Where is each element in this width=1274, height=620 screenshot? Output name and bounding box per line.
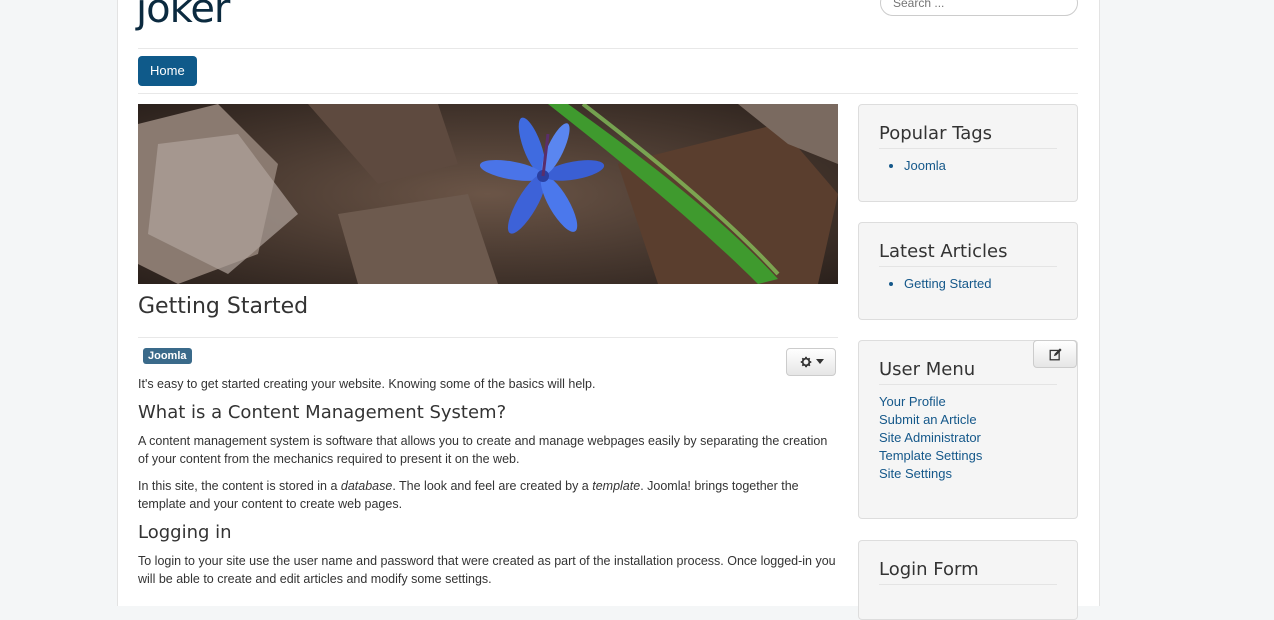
module-title: Login Form <box>879 559 1057 585</box>
nav-home-button[interactable]: Home <box>138 56 197 86</box>
article-title-divider <box>138 337 838 338</box>
edit-module-button[interactable] <box>1033 340 1077 368</box>
gear-icon <box>800 356 811 368</box>
paragraph-site: In this site, the content is stored in a… <box>138 477 838 513</box>
menu-link[interactable]: Submit an Article <box>879 412 977 427</box>
nav-divider <box>138 93 1078 94</box>
paragraph-login: To login to your site use the user name … <box>138 554 836 586</box>
tag-link[interactable]: Joomla <box>904 158 946 173</box>
caret-down-icon <box>815 359 824 364</box>
flower-photo <box>138 104 838 284</box>
menu-item-submit-article[interactable]: Submit an Article <box>879 411 1057 429</box>
menu-item-site-administrator[interactable]: Site Administrator <box>879 429 1057 447</box>
module-title: Latest Articles <box>879 241 1057 267</box>
site-title[interactable]: joker <box>136 0 230 32</box>
popular-tags-module: Popular Tags Joomla <box>858 104 1078 202</box>
heading-cms: What is a Content Management System? <box>138 402 507 423</box>
article-body: It's easy to get started creating your w… <box>138 375 838 597</box>
text-span: . The look and feel are created by a <box>392 479 593 493</box>
login-form-module: Login Form <box>858 540 1078 620</box>
header-divider <box>138 48 1078 49</box>
module-title: User Menu <box>879 359 1057 385</box>
article-title: Getting Started <box>138 294 309 319</box>
edit-icon <box>1049 347 1062 360</box>
page-container: joker Home <box>117 0 1100 620</box>
menu-link[interactable]: Site Settings <box>879 466 952 481</box>
search-input[interactable] <box>880 0 1078 16</box>
menu-item-template-settings[interactable]: Template Settings <box>879 447 1057 465</box>
emphasis-template: template <box>592 479 641 493</box>
menu-item-your-profile[interactable]: Your Profile <box>879 393 1057 411</box>
paragraph-cms: A content management system is software … <box>138 434 828 466</box>
menu-item-site-settings[interactable]: Site Settings <box>879 465 1057 483</box>
list-item[interactable]: Getting Started <box>904 275 1057 293</box>
menu-link[interactable]: Your Profile <box>879 394 946 409</box>
list-item[interactable]: Joomla <box>904 157 1057 175</box>
module-title: Popular Tags <box>879 123 1057 149</box>
menu-link[interactable]: Site Administrator <box>879 430 981 445</box>
menu-link[interactable]: Template Settings <box>879 448 982 463</box>
latest-articles-module: Latest Articles Getting Started <box>858 222 1078 320</box>
article-banner-image <box>138 104 838 284</box>
article-link[interactable]: Getting Started <box>904 276 991 291</box>
emphasis-database: database <box>340 479 393 493</box>
tag-badge[interactable]: Joomla <box>143 348 192 364</box>
article-intro: It's easy to get started creating your w… <box>138 377 596 391</box>
article-options-button[interactable] <box>786 348 836 376</box>
text-span: In this site, the content is stored in a <box>138 479 341 493</box>
heading-logging-in: Logging in <box>138 522 232 543</box>
